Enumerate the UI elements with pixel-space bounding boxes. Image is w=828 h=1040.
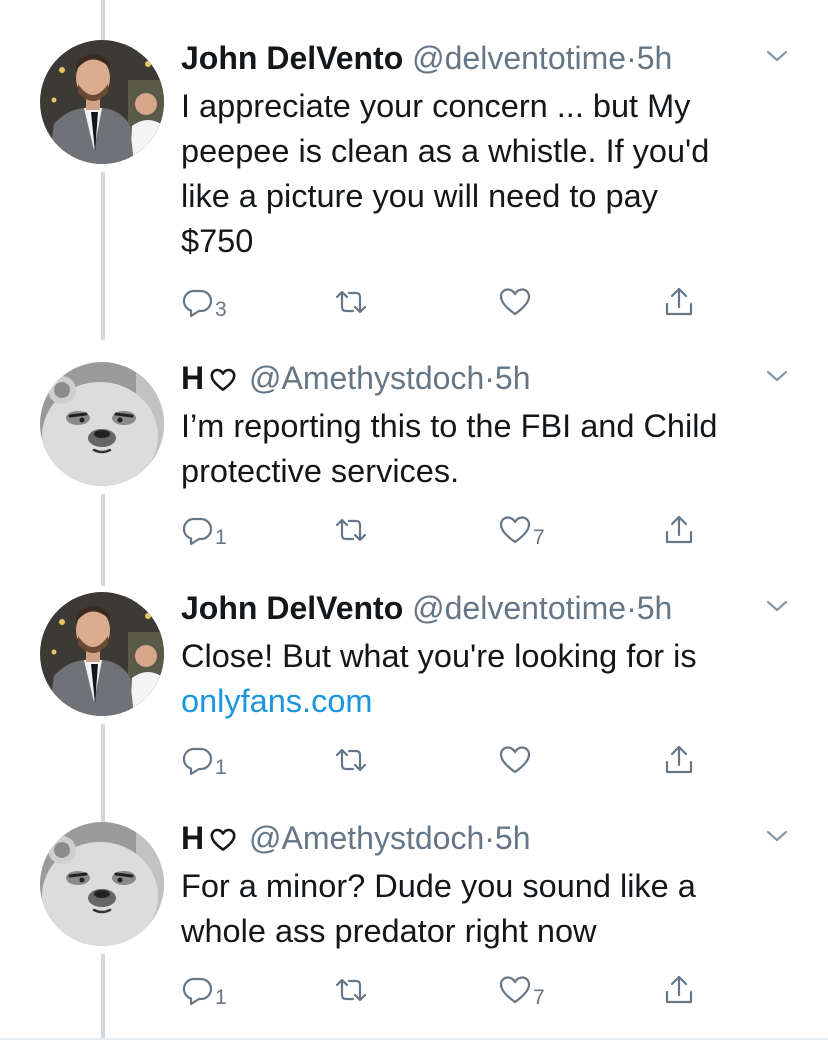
heart-icon [499, 516, 531, 544]
retweet-icon [335, 290, 367, 314]
heart-emoji-icon [210, 828, 236, 851]
user-handle[interactable]: @Amethystdoch [249, 360, 484, 396]
retweet-button[interactable] [335, 284, 369, 318]
tweet-text-line: $750 [181, 223, 254, 259]
retweet-button[interactable] [335, 972, 369, 1006]
share-icon [665, 515, 693, 544]
share-icon [665, 287, 693, 316]
thread-line [101, 172, 105, 340]
like-button[interactable] [499, 284, 533, 318]
user-handle[interactable]: @delventotime [412, 590, 626, 626]
tweet-header: H @Amethystdoch·5h [181, 820, 531, 856]
avatar-photo [40, 40, 164, 164]
tweet-header: John DelVento @delventotime·5h [181, 590, 672, 626]
tweet-link[interactable]: onlyfans.com [181, 679, 801, 724]
tweet-actions: 1 7 [181, 972, 741, 1009]
heart-icon [499, 976, 531, 1004]
separator-dot: · [626, 40, 637, 76]
separator-dot: · [484, 820, 495, 856]
separator-dot: · [626, 590, 637, 626]
user-handle[interactable]: @Amethystdoch [249, 820, 484, 856]
chevron-down-icon[interactable] [764, 596, 790, 616]
retweet-icon [335, 978, 367, 1002]
thread-line [101, 0, 105, 40]
chevron-down-icon[interactable] [764, 46, 790, 66]
reply-button[interactable]: 1 [181, 512, 227, 549]
reply-icon [182, 289, 213, 318]
like-count: 7 [533, 526, 545, 549]
retweet-icon [335, 748, 367, 772]
reply-icon [182, 977, 213, 1006]
display-name[interactable]: H [181, 820, 204, 856]
retweet-button[interactable] [335, 742, 369, 776]
like-button[interactable]: 7 [499, 972, 545, 1009]
reply-button[interactable]: 1 [181, 742, 227, 779]
heart-icon [499, 288, 531, 316]
tweet-text-line: I appreciate your concern ... but My [181, 88, 691, 124]
retweet-icon [335, 518, 367, 542]
share-button[interactable] [663, 284, 695, 318]
share-button[interactable] [663, 512, 695, 546]
timestamp[interactable]: 5h [495, 820, 531, 856]
reply-icon [182, 747, 213, 776]
reply-count: 1 [215, 526, 227, 549]
like-button[interactable] [499, 742, 533, 776]
retweet-button[interactable] [335, 512, 369, 546]
share-icon [665, 745, 693, 774]
thread-screen: { "tweets": [ { "name": "John DelVento",… [0, 0, 828, 1040]
tweet-text: I’m reporting this to the FBI and Child … [181, 404, 801, 494]
tweet-header: H @Amethystdoch·5h [181, 360, 531, 396]
chevron-down-icon[interactable] [764, 366, 790, 386]
timestamp[interactable]: 5h [495, 360, 531, 396]
tweet-text-line: like a picture you will need to pay [181, 178, 658, 214]
heart-emoji-icon [210, 368, 236, 391]
display-name[interactable]: H [181, 360, 204, 396]
avatar-photo [40, 362, 164, 486]
reply-icon [182, 517, 213, 546]
avatar[interactable] [40, 822, 164, 946]
tweet-text-line: I’m reporting this to the FBI and Child [181, 408, 718, 444]
thread-line [101, 724, 105, 822]
tweet-text: For a minor? Dude you sound like a whole… [181, 864, 801, 954]
avatar-photo [40, 822, 164, 946]
like-button[interactable]: 7 [499, 512, 545, 549]
reply-button[interactable]: 1 [181, 972, 227, 1009]
reply-count: 1 [215, 756, 227, 779]
tweet-text-line: For a minor? Dude you sound like a [181, 868, 696, 904]
tweet-actions: 3 [181, 284, 741, 321]
heart-icon [499, 746, 531, 774]
share-button[interactable] [663, 742, 695, 776]
avatar[interactable] [40, 362, 164, 486]
tweet-text-line: Close! But what you're looking for is [181, 638, 697, 674]
tweet-header: John DelVento @delventotime·5h [181, 40, 672, 76]
tweet-text: Close! But what you're looking for is on… [181, 634, 801, 724]
reply-count: 1 [215, 986, 227, 1009]
thread-line [101, 954, 105, 1038]
timestamp[interactable]: 5h [637, 40, 673, 76]
share-icon [665, 975, 693, 1004]
display-name[interactable]: John DelVento [181, 40, 403, 76]
avatar[interactable] [40, 592, 164, 716]
separator-dot: · [484, 360, 495, 396]
avatar[interactable] [40, 40, 164, 164]
reply-button[interactable]: 3 [181, 284, 227, 321]
display-name[interactable]: John DelVento [181, 590, 403, 626]
user-handle[interactable]: @delventotime [412, 40, 626, 76]
like-count: 7 [533, 986, 545, 1009]
avatar-photo [40, 592, 164, 716]
share-button[interactable] [663, 972, 695, 1006]
reply-count: 3 [215, 298, 227, 321]
thread-line [101, 494, 105, 586]
tweet-actions: 1 [181, 742, 741, 779]
tweet-text: I appreciate your concern ... but My pee… [181, 84, 801, 264]
tweet-text-line: protective services. [181, 453, 460, 489]
chevron-down-icon[interactable] [764, 826, 790, 846]
tweet-text-line: peepee is clean as a whistle. If you'd [181, 133, 710, 169]
timestamp[interactable]: 5h [637, 590, 673, 626]
tweet-text-line: whole ass predator right now [181, 913, 597, 949]
tweet-actions: 1 7 [181, 512, 741, 549]
